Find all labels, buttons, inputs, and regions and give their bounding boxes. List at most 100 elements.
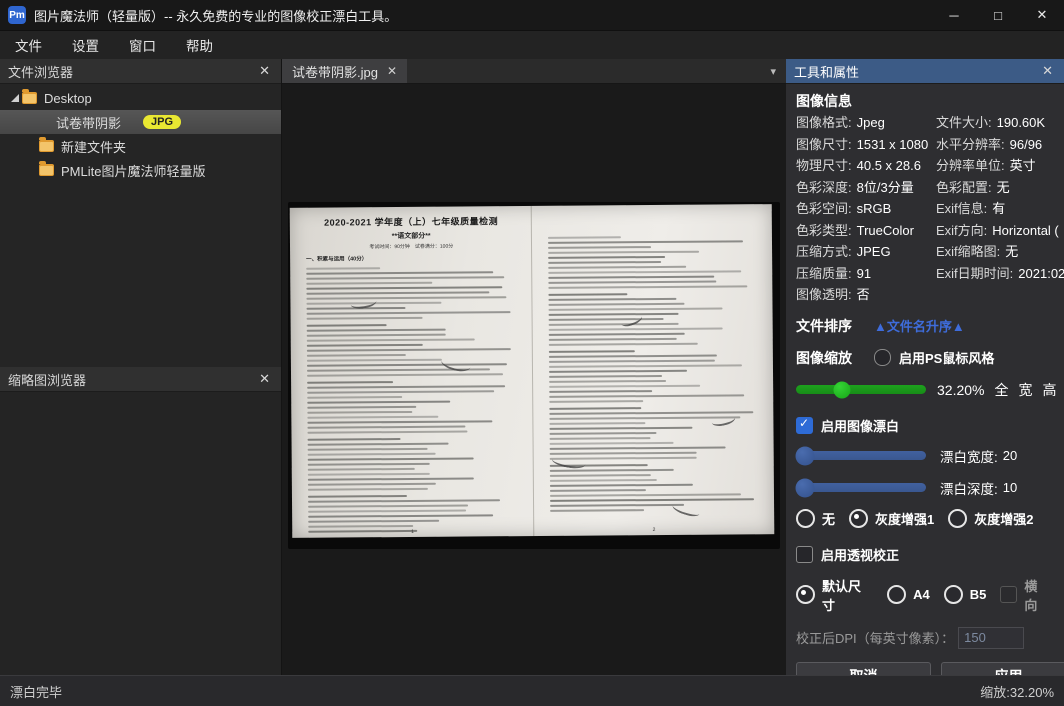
main-area: 文件浏览器 ✕ Desktop 试卷带阴影 JPG 新建文件夹 bbox=[0, 59, 1064, 676]
info-label: 色彩深度: bbox=[796, 180, 852, 195]
tree-item-folder[interactable]: 新建文件夹 bbox=[0, 134, 281, 158]
menu-file[interactable]: 文件 bbox=[0, 31, 57, 59]
dpi-label: 校正后DPI（每英寸像素）： bbox=[796, 628, 954, 647]
minimize-button[interactable]: ─ bbox=[932, 0, 976, 30]
gray-enhance2-radio[interactable] bbox=[948, 509, 967, 528]
info-label: 图像尺寸: bbox=[796, 137, 852, 152]
info-label: 文件大小: bbox=[936, 115, 992, 130]
info-label: Exif日期时间: bbox=[936, 266, 1013, 281]
size-default-radio[interactable] bbox=[796, 585, 815, 604]
menu-window[interactable]: 窗口 bbox=[114, 31, 171, 59]
thumbnail-area bbox=[0, 392, 281, 676]
info-value: 2021:02 bbox=[1018, 266, 1064, 281]
tools-panel: 工具和属性 ✕ 图像信息 图像格式:Jpeg 文件大小:190.60K 图像尺寸… bbox=[786, 59, 1064, 676]
ps-mouse-style-checkbox[interactable] bbox=[874, 349, 891, 366]
info-value: 8位/3分量 bbox=[857, 180, 914, 195]
maximize-button[interactable]: □ bbox=[976, 0, 1020, 30]
tree-item-label: PMLite图片魔法师轻量版 bbox=[61, 161, 205, 180]
bleach-depth-slider[interactable] bbox=[796, 483, 926, 492]
info-label: 压缩方式: bbox=[796, 244, 852, 259]
enable-perspective-label: 启用透视校正 bbox=[821, 545, 899, 564]
page-number: 2 bbox=[534, 526, 775, 534]
info-value: 190.60K bbox=[997, 115, 1045, 130]
expand-arrow-icon[interactable] bbox=[8, 94, 22, 102]
bleach-depth-slider-handle[interactable] bbox=[796, 478, 815, 497]
jpg-badge: JPG bbox=[143, 115, 181, 129]
info-value: 96/96 bbox=[1010, 137, 1043, 152]
info-value: Horizontal ( bbox=[992, 223, 1058, 238]
tree-item-file-selected[interactable]: 试卷带阴影 JPG bbox=[0, 110, 281, 134]
doc-title: 2020-2021 学年度（上）七年级质量检测 bbox=[306, 214, 517, 229]
landscape-checkbox[interactable] bbox=[1000, 586, 1017, 603]
thumbnail-browser-close-icon[interactable]: ✕ bbox=[256, 371, 273, 387]
tab-close-icon[interactable]: ✕ bbox=[387, 64, 397, 78]
tools-panel-header: 工具和属性 ✕ bbox=[786, 59, 1064, 84]
window-title: 图片魔法师（轻量版）-- 永久免费的专业的图像校正漂白工具。 bbox=[34, 6, 932, 25]
paper-page-2: 2 bbox=[530, 204, 774, 536]
doc-meta: 考试时间：90分钟 试卷满分：100分 bbox=[306, 242, 517, 251]
bleach-width-label: 漂白宽度: bbox=[940, 446, 998, 466]
gray-none-radio[interactable] bbox=[796, 509, 815, 528]
size-a4-radio[interactable] bbox=[887, 585, 906, 604]
enable-perspective-checkbox[interactable] bbox=[796, 546, 813, 563]
info-value: 1531 x 1080 bbox=[857, 137, 929, 152]
thumbnail-browser-header: 缩略图浏览器 ✕ bbox=[0, 367, 281, 392]
tree-item-folder[interactable]: PMLite图片魔法师轻量版 bbox=[0, 158, 281, 182]
fit-height-button[interactable]: 高 bbox=[1042, 380, 1056, 400]
zoom-slider-handle[interactable] bbox=[833, 381, 850, 398]
cancel-button[interactable]: 取消 bbox=[796, 662, 931, 677]
file-sort-label: 文件排序 bbox=[796, 315, 852, 337]
menu-bar: 文件 设置 窗口 帮助 bbox=[0, 31, 1064, 60]
file-browser-title: 文件浏览器 bbox=[8, 62, 73, 81]
status-message: 漂白完毕 bbox=[10, 682, 62, 701]
tab-active[interactable]: 试卷带阴影.jpg ✕ bbox=[282, 59, 407, 83]
fit-all-button[interactable]: 全 bbox=[994, 380, 1008, 400]
tree-item-desktop[interactable]: Desktop bbox=[0, 86, 281, 110]
bleach-width-value: 20 bbox=[1003, 448, 1017, 463]
info-value: 40.5 x 28.6 bbox=[857, 158, 921, 173]
tools-panel-title: 工具和属性 bbox=[794, 62, 859, 81]
size-b5-radio[interactable] bbox=[944, 585, 963, 604]
bleach-width-slider-handle[interactable] bbox=[796, 446, 815, 465]
info-value: 91 bbox=[857, 266, 871, 281]
info-value: 有 bbox=[992, 201, 1005, 216]
title-bar: Pm 图片魔法师（轻量版）-- 永久免费的专业的图像校正漂白工具。 ─ □ ✕ bbox=[0, 0, 1064, 31]
image-zoom-label: 图像缩放 bbox=[796, 347, 852, 369]
menu-settings[interactable]: 设置 bbox=[57, 31, 114, 59]
file-browser-close-icon[interactable]: ✕ bbox=[256, 63, 273, 79]
info-label: Exif信息: bbox=[936, 201, 987, 216]
info-label: 分辨率单位: bbox=[936, 158, 1005, 173]
document-image[interactable]: 2020-2021 学年度（上）七年级质量检测 **语文部分** 考试时间：90… bbox=[288, 202, 780, 549]
folder-icon bbox=[39, 140, 54, 152]
gray-none-label: 无 bbox=[822, 509, 835, 528]
info-value: 无 bbox=[997, 180, 1010, 195]
info-value: 无 bbox=[1005, 244, 1018, 259]
folder-icon bbox=[22, 92, 37, 104]
info-value: TrueColor bbox=[857, 223, 914, 238]
bleach-width-slider[interactable] bbox=[796, 451, 926, 460]
tree-item-label: 试卷带阴影 bbox=[56, 113, 121, 132]
fit-width-button[interactable]: 宽 bbox=[1018, 380, 1032, 400]
enable-bleach-checkbox[interactable] bbox=[796, 417, 813, 434]
tools-panel-close-icon[interactable]: ✕ bbox=[1039, 63, 1056, 79]
info-label: Exif方向: bbox=[936, 223, 987, 238]
tab-dropdown-icon[interactable]: ▾ bbox=[770, 59, 776, 83]
gray-enhance1-radio[interactable] bbox=[849, 509, 868, 528]
close-button[interactable]: ✕ bbox=[1020, 0, 1064, 30]
file-tree: Desktop 试卷带阴影 JPG 新建文件夹 PMLite图片魔法师轻量版 bbox=[0, 84, 281, 367]
app-logo-icon: Pm bbox=[8, 6, 26, 24]
info-value: 英寸 bbox=[1010, 158, 1036, 173]
info-label: 物理尺寸: bbox=[796, 158, 852, 173]
info-label: Exif缩略图: bbox=[936, 244, 1000, 259]
folder-icon bbox=[39, 164, 54, 176]
file-browser-panel: 文件浏览器 ✕ Desktop 试卷带阴影 JPG 新建文件夹 bbox=[0, 59, 282, 676]
sim-text-lines bbox=[547, 235, 760, 512]
zoom-slider[interactable] bbox=[796, 385, 926, 394]
sim-text-lines bbox=[306, 266, 519, 533]
bleach-depth-value: 10 bbox=[1003, 480, 1017, 495]
file-sort-order-link[interactable]: ▲文件名升序▲ bbox=[874, 316, 965, 335]
tab-label: 试卷带阴影.jpg bbox=[292, 62, 378, 81]
menu-help[interactable]: 帮助 bbox=[171, 31, 228, 59]
dpi-input[interactable] bbox=[958, 627, 1024, 649]
apply-button[interactable]: 应用 bbox=[941, 662, 1064, 677]
